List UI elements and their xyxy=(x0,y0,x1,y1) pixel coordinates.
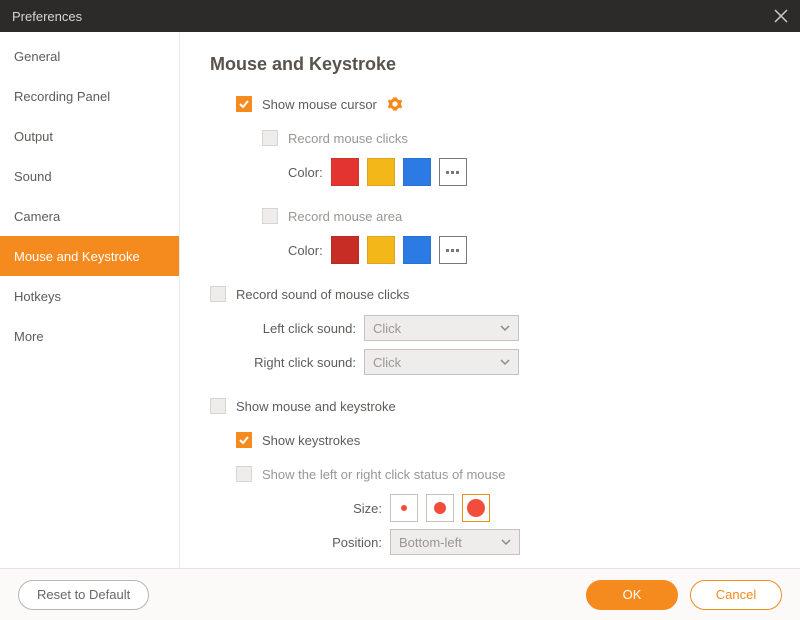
label-show-mouse-keystroke: Show mouse and keystroke xyxy=(236,399,396,414)
reset-button[interactable]: Reset to Default xyxy=(18,580,149,610)
footer: Reset to Default OK Cancel xyxy=(0,568,800,620)
label-clicks-color: Color: xyxy=(288,165,323,180)
checkbox-show-keystrokes[interactable] xyxy=(236,432,252,448)
sidebar-item-sound[interactable]: Sound xyxy=(0,156,179,196)
color-swatch-darkred[interactable] xyxy=(331,236,359,264)
label-record-click-sound: Record sound of mouse clicks xyxy=(236,287,409,302)
cancel-button[interactable]: Cancel xyxy=(690,580,782,610)
checkbox-record-area[interactable] xyxy=(262,208,278,224)
section-heading-mouse: Mouse and Keystroke xyxy=(210,54,760,75)
chevron-down-icon xyxy=(501,537,511,547)
titlebar: Preferences xyxy=(0,0,800,32)
color-swatch-blue[interactable] xyxy=(403,158,431,186)
label-show-keystrokes: Show keystrokes xyxy=(262,433,360,448)
checkbox-show-click-status[interactable] xyxy=(236,466,252,482)
color-swatch-blue-2[interactable] xyxy=(403,236,431,264)
sidebar-item-mouse-and-keystroke[interactable]: Mouse and Keystroke xyxy=(0,236,179,276)
label-record-area: Record mouse area xyxy=(288,209,402,224)
size-option-large[interactable] xyxy=(462,494,490,522)
color-swatch-yellow-2[interactable] xyxy=(367,236,395,264)
checkbox-record-click-sound[interactable] xyxy=(210,286,226,302)
ok-button[interactable]: OK xyxy=(586,580,678,610)
chevron-down-icon xyxy=(500,357,510,367)
close-icon[interactable] xyxy=(774,9,788,23)
gear-icon[interactable] xyxy=(387,96,403,112)
content-scroll[interactable]: Mouse and Keystroke Show mouse cursor Re… xyxy=(180,32,800,568)
label-position: Position: xyxy=(262,535,382,550)
sidebar-item-general[interactable]: General xyxy=(0,36,179,76)
size-option-medium[interactable] xyxy=(426,494,454,522)
sidebar-item-hotkeys[interactable]: Hotkeys xyxy=(0,276,179,316)
label-record-clicks: Record mouse clicks xyxy=(288,131,408,146)
size-option-small[interactable] xyxy=(390,494,418,522)
sidebar-item-output[interactable]: Output xyxy=(0,116,179,156)
label-left-click-sound: Left click sound: xyxy=(236,321,356,336)
chevron-down-icon xyxy=(500,323,510,333)
window-title: Preferences xyxy=(12,9,82,24)
color-swatch-red[interactable] xyxy=(331,158,359,186)
checkbox-show-mouse-keystroke[interactable] xyxy=(210,398,226,414)
sidebar: General Recording Panel Output Sound Cam… xyxy=(0,32,180,568)
select-left-click-sound[interactable]: Click xyxy=(364,315,519,341)
sidebar-item-recording-panel[interactable]: Recording Panel xyxy=(0,76,179,116)
label-show-cursor: Show mouse cursor xyxy=(262,97,377,112)
select-right-click-sound[interactable]: Click xyxy=(364,349,519,375)
checkbox-show-cursor[interactable] xyxy=(236,96,252,112)
label-size: Size: xyxy=(262,501,382,516)
color-swatch-more[interactable] xyxy=(439,158,467,186)
label-right-click-sound: Right click sound: xyxy=(236,355,356,370)
label-show-click-status: Show the left or right click status of m… xyxy=(262,467,506,482)
select-position[interactable]: Bottom-left xyxy=(390,529,520,555)
label-area-color: Color: xyxy=(288,243,323,258)
color-swatch-more-2[interactable] xyxy=(439,236,467,264)
checkbox-record-clicks[interactable] xyxy=(262,130,278,146)
sidebar-item-more[interactable]: More xyxy=(0,316,179,356)
color-swatch-yellow[interactable] xyxy=(367,158,395,186)
sidebar-item-camera[interactable]: Camera xyxy=(0,196,179,236)
